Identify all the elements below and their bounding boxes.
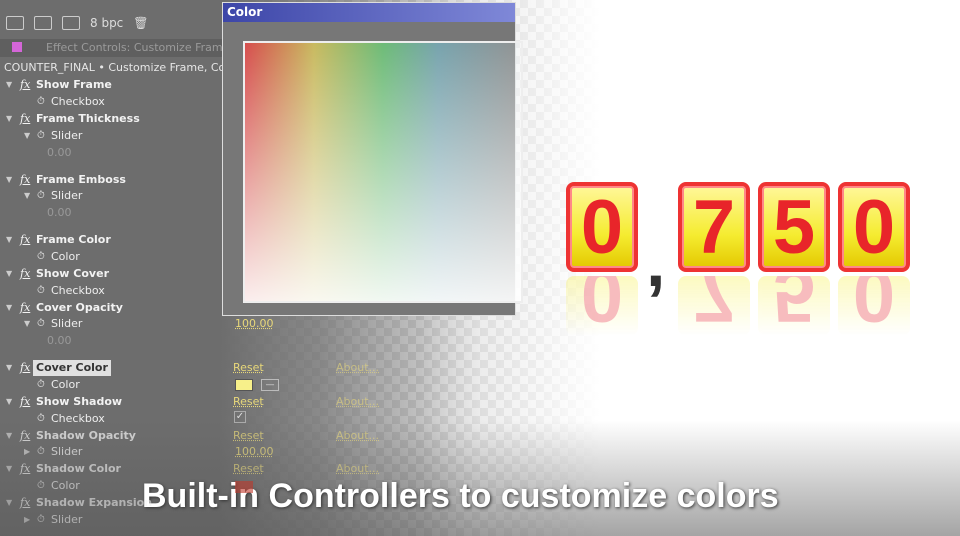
effect-controls-tab[interactable]: Effect Controls: Customize Frame, Cover, [0,39,222,57]
about-link[interactable]: About... [336,361,379,374]
expand-triangle-icon[interactable]: ▼ [6,300,12,316]
reset-link[interactable]: Reset [233,429,264,442]
expand-triangle-icon[interactable]: ▼ [6,495,12,511]
expand-triangle-icon[interactable]: ▼ [24,316,30,332]
stopwatch-icon[interactable]: ⏱ [37,94,45,110]
stopwatch-icon[interactable]: ⏱ [37,377,45,393]
reset-link[interactable]: Reset [233,395,264,408]
stopwatch-icon[interactable]: ⏱ [37,316,45,332]
stopwatch-icon[interactable]: ⏱ [37,188,45,204]
panel-color-swatch [12,42,22,52]
reset-link[interactable]: Reset [233,462,264,475]
digit-reflection: 0 [838,276,910,336]
fx-icon[interactable]: fx [20,495,30,511]
fx-icon[interactable]: fx [20,111,30,127]
interpret-footage-icon[interactable] [6,16,24,30]
expand-triangle-icon[interactable]: ▼ [24,128,30,144]
counter-separator: , [646,223,666,301]
expand-triangle-icon[interactable]: ▼ [24,188,30,204]
expand-triangle-icon[interactable]: ▼ [6,77,12,93]
expand-triangle-icon[interactable]: ▼ [6,111,12,127]
fx-icon[interactable]: fx [20,266,30,282]
bit-depth-button[interactable]: 8 bpc [90,16,123,30]
fx-icon[interactable]: fx [20,232,30,248]
stopwatch-icon[interactable]: ⏱ [37,249,45,265]
fx-icon[interactable]: fx [20,300,30,316]
cover-opacity-value[interactable]: 100.00 [235,317,274,330]
trash-icon[interactable]: 🗑 [133,16,148,30]
counter-digit: 5 [758,182,830,272]
expand-triangle-icon[interactable]: ▼ [6,232,12,248]
shadow-checkbox[interactable]: ✓ [234,411,246,423]
about-link[interactable]: About... [336,462,379,475]
stopwatch-icon[interactable]: ⏱ [37,478,45,494]
expand-triangle-icon[interactable]: ▼ [6,266,12,282]
shadow-opacity-value[interactable]: 100.00 [235,445,274,458]
fx-icon[interactable]: fx [20,461,30,477]
expand-triangle-icon[interactable]: ▼ [6,394,12,410]
project-toolbar: 8 bpc 🗑 [0,10,230,36]
composition-breadcrumb: COUNTER_FINAL • Customize Frame, Cover [4,61,224,74]
color-picker-dialog: Color [222,2,523,316]
digit-reflection: 0 [566,276,638,336]
counter-digit: 0 [838,182,910,272]
expand-triangle-icon[interactable]: ▼ [6,360,12,376]
digit-reflection: 7 [678,276,750,336]
expand-triangle-icon[interactable]: ▼ [6,172,12,188]
counter-digit: 0 [566,182,638,272]
collapse-triangle-icon[interactable]: ▶ [24,512,30,528]
stopwatch-icon[interactable]: ⏱ [37,411,45,427]
expand-triangle-icon[interactable]: ▼ [6,461,12,477]
stopwatch-icon[interactable]: ⏱ [37,512,45,528]
new-folder-icon[interactable] [34,16,52,30]
dialog-title[interactable]: Color [223,3,515,22]
cover-color-swatch[interactable] [235,379,253,391]
stopwatch-icon[interactable]: ⏱ [37,444,45,460]
fx-icon[interactable]: fx [20,394,30,410]
stopwatch-icon[interactable]: ⏱ [37,283,45,299]
collapse-triangle-icon[interactable]: ▶ [24,444,30,460]
about-link[interactable]: About... [336,395,379,408]
about-link[interactable]: About... [336,429,379,442]
color-spectrum[interactable] [243,41,523,303]
eyedropper-icon[interactable]: — [261,379,279,391]
digit-reflection: 5 [758,276,830,336]
expand-triangle-icon[interactable]: ▼ [6,428,12,444]
new-composition-icon[interactable] [62,16,80,30]
counter-digit: 7 [678,182,750,272]
reset-link[interactable]: Reset [233,361,264,374]
stopwatch-icon[interactable]: ⏱ [37,128,45,144]
fx-icon[interactable]: fx [20,77,30,93]
fx-icon[interactable]: fx [20,172,30,188]
fx-icon[interactable]: fx [20,428,30,444]
fx-icon[interactable]: fx [20,360,30,376]
shadow-color-swatch[interactable] [235,481,253,493]
